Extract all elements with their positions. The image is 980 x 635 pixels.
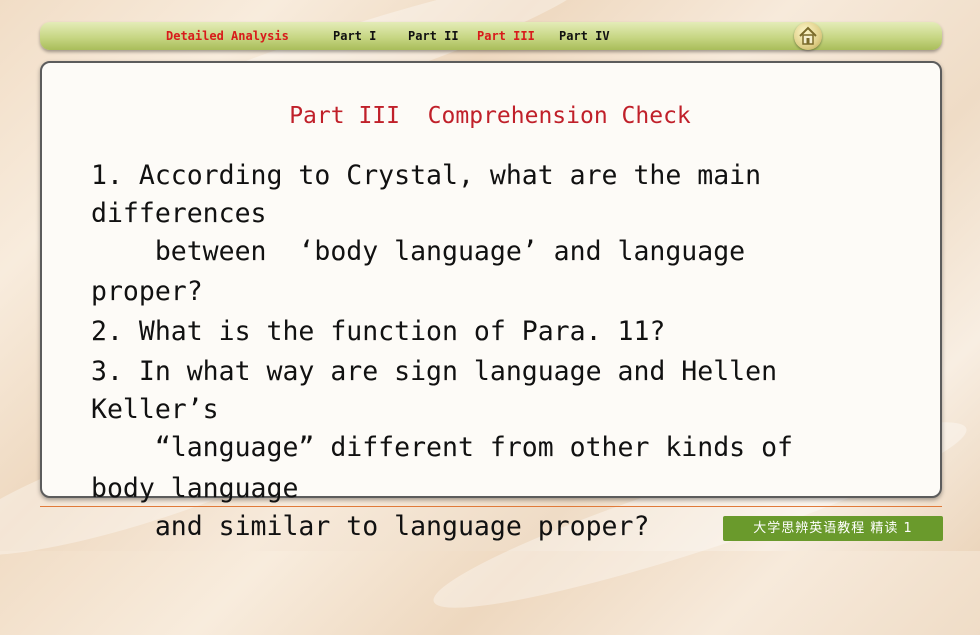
question-line: “language” different from other kinds of [91,432,793,463]
nav-part-2[interactable]: Part II [408,29,459,43]
slide-title: Part III Comprehension Check [289,103,691,129]
home-icon [799,26,817,45]
nav-part-1[interactable]: Part I [333,29,376,43]
home-button[interactable] [794,22,822,50]
textbook-badge: 大学思辨英语教程 精读 1 [723,516,943,541]
question-line: and similar to language proper? [91,511,650,542]
question-line: between ‘body language’ and language [91,236,746,267]
footer-divider [40,506,942,507]
nav-part-3[interactable]: Part III [477,29,535,43]
nav-detailed-analysis[interactable]: Detailed Analysis [166,29,289,43]
question-line: 1. According to Crystal, what are the ma… [91,160,762,191]
question-line: proper? [91,276,203,307]
question-line: 2. What is the function of Para. 11? [91,316,666,347]
question-line: Keller’s [91,394,219,425]
question-line: differences [91,198,267,229]
question-line: 3. In what way are sign language and Hel… [91,356,778,387]
top-nav-bar: Detailed Analysis Part I Part II Part II… [40,22,942,50]
question-line: body language [91,473,299,504]
nav-part-4[interactable]: Part IV [559,29,610,43]
